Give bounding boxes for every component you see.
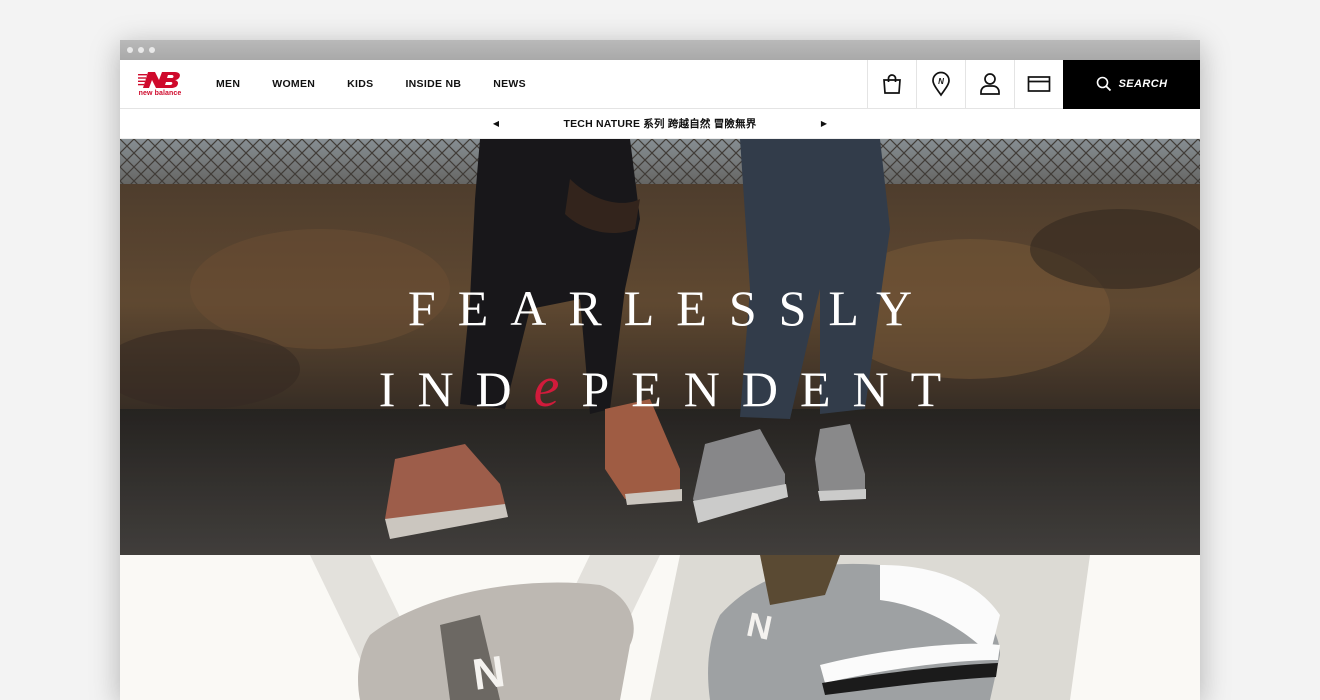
promo-prev-button[interactable]: ◀ [486,119,506,128]
account-icon [980,73,1000,95]
search-label: SEARCH [1118,78,1168,90]
promo-next-button[interactable]: ▶ [814,119,834,128]
promo-bar: ◀ TECH NATURE 系列 跨越自然 冒險無界 ▶ [120,109,1200,139]
card-button[interactable] [1014,59,1063,109]
cart-button[interactable] [867,59,916,109]
hero-headline-line1: FEARLESSLY [407,280,935,336]
nav-item-women[interactable]: WOMEN [272,78,315,90]
logo-text: new balance [138,90,182,97]
window-control-dot[interactable] [127,47,133,53]
main-nav: MEN WOMEN KIDS INSIDE NB NEWS [216,78,558,90]
nav-item-inside-nb[interactable]: INSIDE NB [405,78,461,90]
search-icon [1096,76,1111,92]
card-icon [1027,76,1051,92]
browser-window: new balance MEN WOMEN KIDS INSIDE NB NEW… [120,40,1200,700]
window-control-dot[interactable] [149,47,155,53]
browser-titlebar [120,40,1200,60]
shopping-bag-icon [883,74,901,94]
hero-image [120,139,1200,555]
nav-item-men[interactable]: MEN [216,78,240,90]
store-locator-icon: N [932,71,950,97]
promo-text[interactable]: TECH NATURE 系列 跨越自然 冒險無界 [506,116,814,131]
header-icons: N SEARCH [867,59,1200,109]
svg-text:N: N [938,77,944,86]
nav-item-news[interactable]: NEWS [493,78,526,90]
store-locator-button[interactable]: N [916,59,965,109]
svg-text:N: N [470,647,508,700]
hero-line2-end: PENDENT [581,361,964,417]
nb-logo-icon [138,72,180,88]
hero-headline-line2: INDePENDENT [120,353,1200,420]
window-control-dot[interactable] [138,47,144,53]
product-showcase[interactable]: N N [120,555,1200,700]
hero-banner[interactable]: FEARLESSLY INDePENDENT [120,139,1200,555]
account-button[interactable] [965,59,1014,109]
hero-line2-start: IND [378,361,534,417]
product-image: N N [310,555,1090,700]
site-header: new balance MEN WOMEN KIDS INSIDE NB NEW… [120,59,1200,109]
brand-logo[interactable]: new balance [120,60,196,109]
hero-line2-accent: e [533,354,582,419]
nav-item-kids[interactable]: KIDS [347,78,373,90]
search-button[interactable]: SEARCH [1063,59,1200,109]
